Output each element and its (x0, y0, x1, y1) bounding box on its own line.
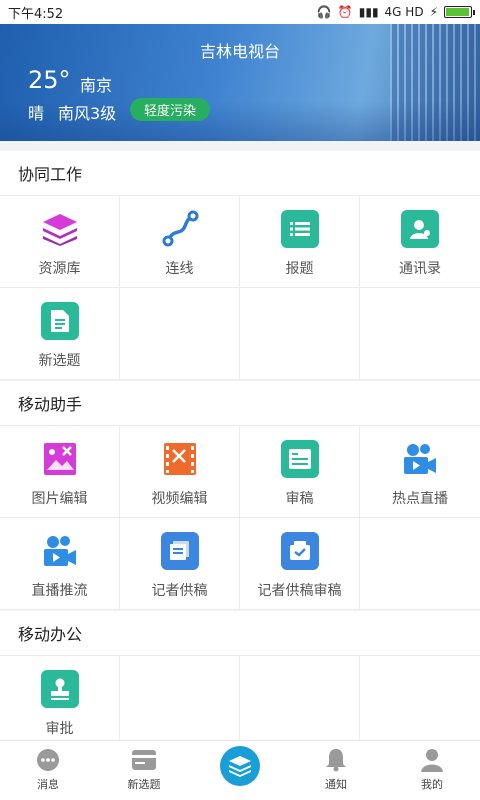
bottom-tab-bar: 消息 新选题 通知 我的 (0, 740, 480, 800)
headphones-icon: 🎧 (316, 5, 332, 19)
item-label: 热点直播 (392, 491, 448, 507)
empty-cell (360, 656, 480, 748)
weather-condition: 晴 (28, 104, 45, 123)
status-time: 下午4:52 (8, 6, 64, 22)
image-edit-button[interactable]: 图片编辑 (0, 426, 120, 518)
tab-notifications[interactable]: 通知 (288, 741, 384, 800)
item-label: 直播推流 (31, 583, 88, 599)
status-icons: 🎧 ⏰ ▮▮▮ 4G HD ⚡ (316, 5, 475, 19)
section-title: 移动助手 (0, 381, 480, 426)
item-label: 报题 (285, 261, 314, 277)
temperature: 25° (28, 66, 71, 94)
city-name: 南京 (80, 76, 113, 95)
person-icon (421, 749, 443, 772)
section-mobile-office: 移动办公 审批 (0, 611, 480, 748)
item-label: 资源库 (38, 261, 81, 277)
charging-icon: ⚡ (429, 5, 438, 19)
chat-bubble-icon (37, 749, 59, 771)
review-doc-icon (280, 440, 319, 478)
bell-icon (326, 749, 346, 772)
live-push-button[interactable]: 直播推流 (0, 518, 120, 610)
new-topic-button[interactable]: 新选题 (0, 288, 120, 380)
tab-label: 我的 (421, 778, 443, 791)
station-title: 吉林电视台 (199, 42, 280, 61)
item-label: 图片编辑 (31, 491, 88, 507)
video-edit-button[interactable]: 视频编辑 (120, 426, 240, 518)
contacts-button[interactable]: 通讯录 (360, 196, 480, 288)
tab-new-topic[interactable]: 新选题 (96, 741, 192, 800)
tab-label: 新选题 (127, 778, 161, 791)
list-icon (280, 210, 319, 248)
home-layers-icon (220, 746, 260, 786)
link-path-icon (161, 210, 199, 248)
weather-banner: 吉林电视台 25° 南京 晴 南风3级 轻度污染 (0, 24, 480, 141)
signal-icon: ▮▮▮ (358, 5, 379, 19)
air-quality-badge: 轻度污染 (130, 98, 211, 121)
connect-button[interactable]: 连线 (120, 196, 240, 288)
network-label: 4G HD (384, 5, 424, 19)
section-collaboration: 协同工作 资源库 连线 报题 通讯录 新选题 (0, 151, 480, 380)
layers-icon (41, 210, 79, 248)
alarm-icon: ⏰ (337, 5, 353, 19)
report-topic-button[interactable]: 报题 (240, 196, 360, 288)
section-title: 移动办公 (0, 611, 480, 656)
item-label: 连线 (165, 261, 194, 277)
approval-button[interactable]: 审批 (0, 656, 120, 748)
live-camera-icon (401, 440, 439, 478)
card-icon (132, 750, 156, 770)
contacts-icon (401, 210, 439, 248)
status-bar: 下午4:52 🎧 ⏰ ▮▮▮ 4G HD ⚡ (0, 0, 480, 24)
item-label: 通讯录 (399, 261, 441, 277)
tab-mine[interactable]: 我的 (384, 741, 480, 800)
item-label: 审批 (45, 721, 74, 737)
stamp-icon (40, 670, 79, 708)
image-edit-icon (41, 440, 79, 478)
live-camera-icon (41, 532, 79, 570)
section-title: 协同工作 (0, 151, 480, 196)
document-icon (40, 302, 79, 340)
empty-cell (240, 288, 360, 380)
item-label: 记者供稿 (151, 583, 208, 599)
resource-library-button[interactable]: 资源库 (0, 196, 120, 288)
empty-cell (360, 518, 480, 610)
item-label: 审稿 (285, 491, 314, 507)
empty-cell (360, 288, 480, 380)
reporter-submit-button[interactable]: 记者供稿 (120, 518, 240, 610)
reporter-submit-review-button[interactable]: 记者供稿审稿 (240, 518, 360, 610)
submission-review-icon (280, 532, 319, 570)
empty-cell (120, 288, 240, 380)
item-label: 视频编辑 (151, 491, 208, 507)
empty-cell (120, 656, 240, 748)
submission-icon (160, 532, 199, 570)
section-mobile-assistant: 移动助手 图片编辑 视频编辑 审稿 热点直播 直播推流 记者供稿 记者供稿审稿 (0, 381, 480, 610)
wind-info: 南风3级 (58, 104, 117, 123)
empty-cell (240, 656, 360, 748)
tab-label: 消息 (37, 778, 59, 791)
video-edit-icon (161, 440, 199, 478)
review-button[interactable]: 审稿 (240, 426, 360, 518)
item-label: 新选题 (38, 353, 81, 369)
hot-live-button[interactable]: 热点直播 (360, 426, 480, 518)
tab-label: 通知 (325, 778, 347, 791)
item-label: 记者供稿审稿 (257, 583, 342, 599)
tab-messages[interactable]: 消息 (0, 741, 96, 800)
battery-icon (444, 6, 475, 18)
tab-home[interactable] (192, 741, 288, 800)
